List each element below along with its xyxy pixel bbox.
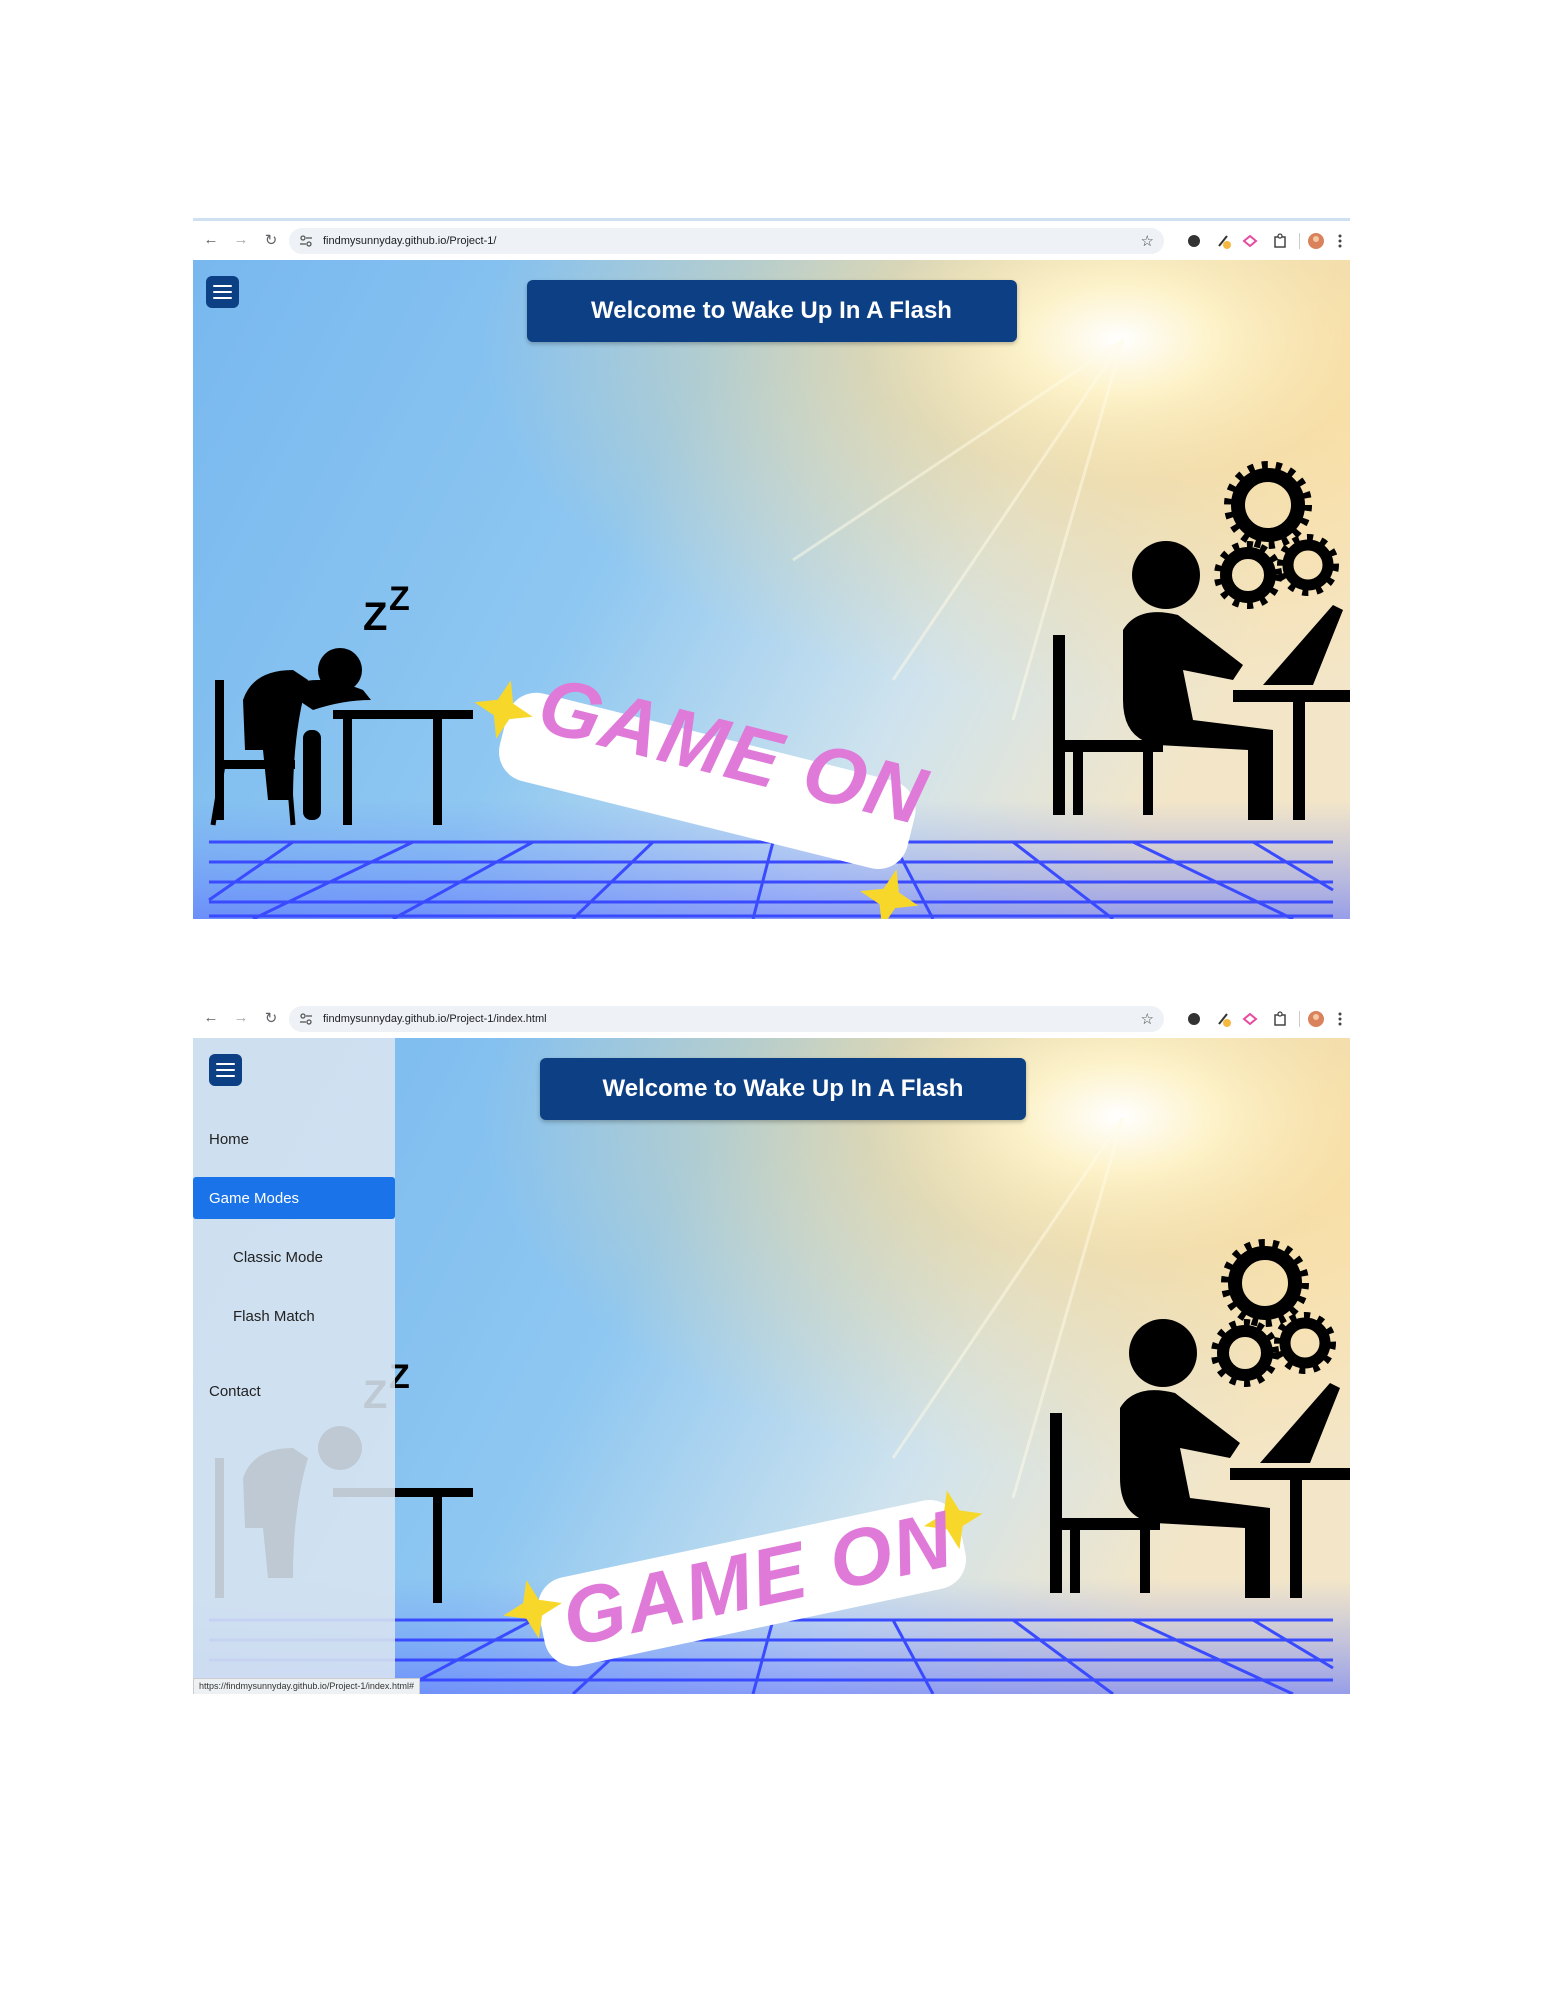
bookmark-star-icon[interactable]: ☆ — [1141, 232, 1154, 250]
reload-icon[interactable]: ↻ — [259, 228, 283, 252]
forward-icon[interactable]: → — [229, 1006, 253, 1030]
welcome-banner: Welcome to Wake Up In A Flash — [540, 1058, 1026, 1120]
sidebar-item-label: Classic Mode — [233, 1248, 324, 1266]
extension-pen-icon[interactable] — [1214, 1009, 1234, 1029]
toolbar-divider — [1299, 233, 1300, 249]
extension-pink-icon[interactable] — [1240, 1009, 1260, 1029]
extensions-puzzle-icon[interactable] — [1270, 231, 1290, 251]
address-bar[interactable]: findmysunnyday.github.io/Project-1/ ☆ — [289, 228, 1164, 254]
hamburger-line — [216, 1075, 235, 1077]
sidebar-menu: Home Game Modes Classic Mode Flash Match… — [193, 1038, 395, 1694]
site-info-icon[interactable] — [299, 234, 313, 248]
toolbar-divider — [1299, 1011, 1300, 1027]
browser-window-1: ← → ↻ findmysunnyday.github.io/Project-1… — [193, 218, 1350, 919]
welcome-banner-text: Welcome to Wake Up In A Flash — [591, 297, 952, 324]
reload-icon[interactable]: ↻ — [259, 1006, 283, 1030]
welcome-banner-text: Welcome to Wake Up In A Flash — [602, 1075, 964, 1102]
hamburger-menu-button[interactable] — [209, 1054, 242, 1086]
sidebar-item-label: Contact — [209, 1382, 261, 1400]
page-viewport: Z Z — [193, 260, 1350, 919]
sidebar-item-game-modes[interactable]: Game Modes — [193, 1177, 395, 1219]
sidebar-item-label: Flash Match — [233, 1307, 315, 1325]
url-text: findmysunnyday.github.io/Project-1/index… — [323, 1013, 547, 1025]
browser-window-2: ← → ↻ findmysunnyday.github.io/Project-1… — [193, 996, 1350, 1694]
back-icon[interactable]: ← — [199, 1006, 223, 1030]
page-viewport: Z Z — [193, 1038, 1350, 1694]
browser-toolbar: ← → ↻ findmysunnyday.github.io/Project-1… — [193, 996, 1350, 1036]
extension-dark-icon[interactable] — [1184, 231, 1204, 251]
more-menu-icon[interactable] — [1330, 231, 1350, 251]
back-icon[interactable]: ← — [199, 228, 223, 252]
hamburger-menu-button[interactable] — [206, 276, 239, 308]
hamburger-line — [213, 285, 232, 287]
extensions-puzzle-icon[interactable] — [1270, 1009, 1290, 1029]
sidebar-item-flash-match[interactable]: Flash Match — [193, 1295, 395, 1337]
bookmark-star-icon[interactable]: ☆ — [1141, 1010, 1154, 1028]
sidebar-item-label: Game Modes — [209, 1189, 300, 1207]
extension-dark-icon[interactable] — [1184, 1009, 1204, 1029]
hamburger-line — [216, 1069, 235, 1071]
site-info-icon[interactable] — [299, 1012, 313, 1026]
hamburger-line — [213, 297, 232, 299]
link-status-bar: https://findmysunnyday.github.io/Project… — [193, 1678, 420, 1694]
hero-background: Z Z — [193, 260, 1350, 919]
more-menu-icon[interactable] — [1330, 1009, 1350, 1029]
profile-avatar-icon[interactable] — [1306, 231, 1326, 251]
url-text: findmysunnyday.github.io/Project-1/ — [323, 235, 497, 247]
welcome-banner: Welcome to Wake Up In A Flash — [526, 280, 1017, 342]
extension-pink-icon[interactable] — [1240, 231, 1260, 251]
zzz-text: Z — [363, 595, 387, 639]
browser-toolbar: ← → ↻ findmysunnyday.github.io/Project-1… — [193, 218, 1350, 258]
sidebar-item-contact[interactable]: Contact — [193, 1370, 395, 1412]
address-bar[interactable]: findmysunnyday.github.io/Project-1/index… — [289, 1006, 1164, 1032]
svg-text:Z: Z — [389, 580, 410, 618]
sidebar-item-classic-mode[interactable]: Classic Mode — [193, 1236, 395, 1278]
sidebar-item-label: Home — [209, 1130, 250, 1148]
forward-icon[interactable]: → — [229, 228, 253, 252]
hamburger-line — [216, 1063, 235, 1065]
profile-avatar-icon[interactable] — [1306, 1009, 1326, 1029]
hamburger-line — [213, 291, 232, 293]
extension-pen-icon[interactable] — [1214, 231, 1234, 251]
sidebar-item-home[interactable]: Home — [193, 1118, 395, 1160]
